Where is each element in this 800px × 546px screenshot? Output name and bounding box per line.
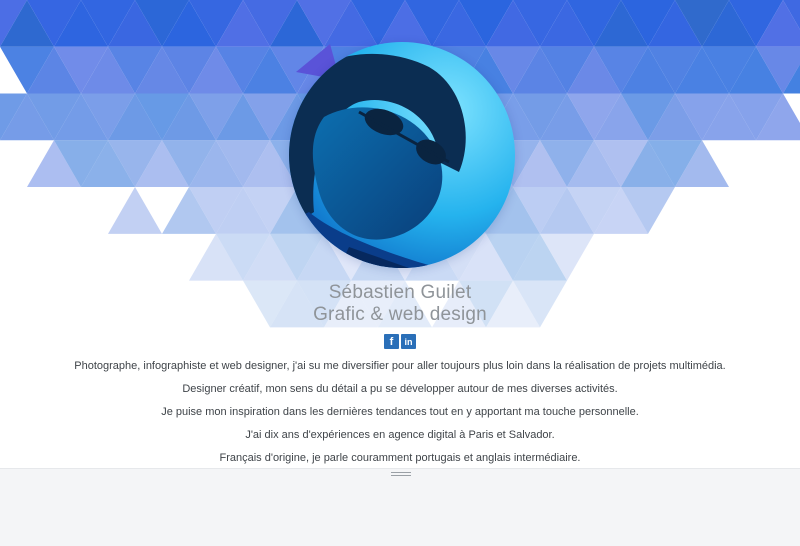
linkedin-icon[interactable]: in <box>401 334 416 349</box>
footer-band <box>0 468 800 546</box>
person-name: Sébastien Guilet <box>328 282 472 303</box>
bio-line: J'ai dix ans d'expériences en agence dig… <box>245 429 555 441</box>
bio-line: Je puise mon inspiration dans les derniè… <box>161 406 639 418</box>
bg-triangle <box>108 187 162 234</box>
bio-section: Photographe, infographiste et web design… <box>0 359 800 474</box>
bio-line: Photographe, infographiste et web design… <box>74 360 726 372</box>
profile-photo <box>289 42 515 268</box>
person-role: Grafic & web design <box>313 304 487 325</box>
bio-line: Designer créatif, mon sens du détail a p… <box>182 383 618 395</box>
facebook-icon[interactable]: f <box>384 334 399 349</box>
drag-handle-icon[interactable] <box>391 472 411 478</box>
social-links: f in <box>0 334 800 349</box>
avatar <box>289 42 515 268</box>
